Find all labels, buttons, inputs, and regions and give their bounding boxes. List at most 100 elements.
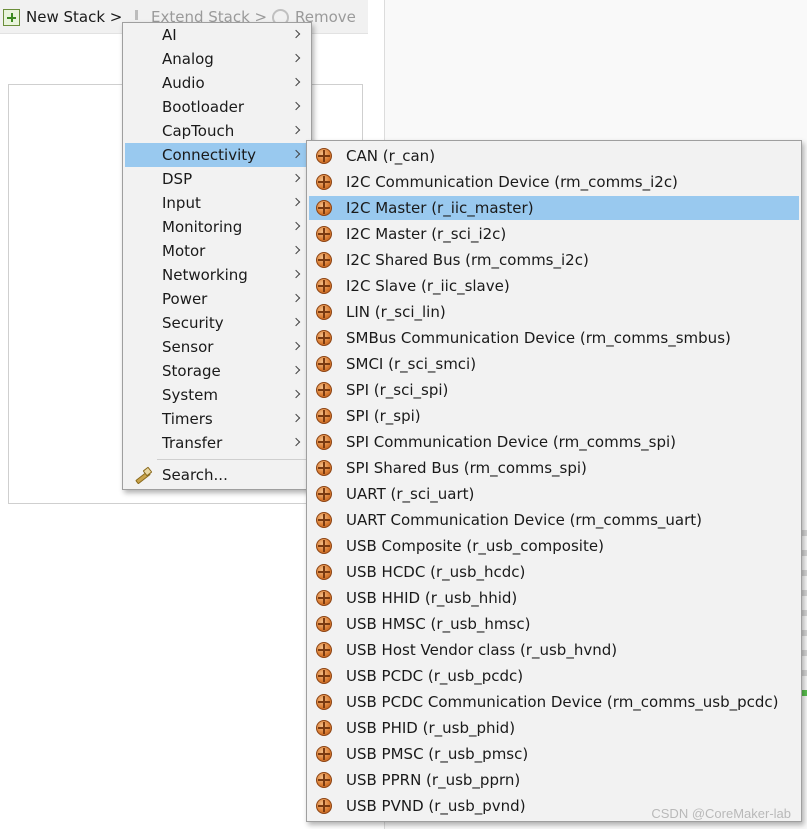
menu-separator [157, 459, 307, 460]
submenu-item[interactable]: USB Host Vendor class (r_usb_hvnd) [309, 638, 799, 662]
menu-item-label: System [162, 386, 218, 404]
submenu-item[interactable]: CAN (r_can) [309, 144, 799, 168]
submenu-item-label: SMBus Communication Device (rm_comms_smb… [346, 329, 731, 347]
submenu-item[interactable]: I2C Shared Bus (rm_comms_i2c) [309, 248, 799, 272]
component-icon [316, 434, 332, 450]
menu-item-label: Connectivity [162, 146, 256, 164]
submenu-item-label: USB PCDC (r_usb_pcdc) [346, 667, 524, 685]
menu-item-storage[interactable]: Storage [125, 359, 309, 383]
menu-item-analog[interactable]: Analog [125, 47, 309, 71]
watermark: CSDN @CoreMaker-lab [651, 806, 791, 821]
component-icon [316, 382, 332, 398]
menu-item-label: Timers [162, 410, 213, 428]
submenu-item-label: UART (r_sci_uart) [346, 485, 475, 503]
menu-item-security[interactable]: Security [125, 311, 309, 335]
chevron-right-icon [291, 221, 301, 231]
component-icon [316, 226, 332, 242]
submenu-item[interactable]: USB HHID (r_usb_hhid) [309, 586, 799, 610]
new-stack-button[interactable]: New Stack > [3, 7, 122, 27]
menu-item-dsp[interactable]: DSP [125, 167, 309, 191]
menu-item-label: Monitoring [162, 218, 243, 236]
menu-item-motor[interactable]: Motor [125, 239, 309, 263]
submenu-item-label: USB Host Vendor class (r_usb_hvnd) [346, 641, 618, 659]
menu-item-monitoring[interactable]: Monitoring [125, 215, 309, 239]
submenu-item-label: I2C Shared Bus (rm_comms_i2c) [346, 251, 589, 269]
submenu-item-label: USB HMSC (r_usb_hmsc) [346, 615, 531, 633]
component-icon [316, 330, 332, 346]
submenu-item[interactable]: UART Communication Device (rm_comms_uart… [309, 508, 799, 532]
menu-item-label: Bootloader [162, 98, 244, 116]
submenu-item[interactable]: USB PPRN (r_usb_pprn) [309, 768, 799, 792]
submenu-item[interactable]: LIN (r_sci_lin) [309, 300, 799, 324]
submenu-item[interactable]: I2C Slave (r_iic_slave) [309, 274, 799, 298]
menu-item-label: Power [162, 290, 208, 308]
component-icon [316, 564, 332, 580]
menu-item-ai[interactable]: AI [125, 23, 309, 47]
menu-item-sensor[interactable]: Sensor [125, 335, 309, 359]
menu-item-label: Analog [162, 50, 214, 68]
menu-item-captouch[interactable]: CapTouch [125, 119, 309, 143]
component-icon [316, 356, 332, 372]
component-icon [316, 616, 332, 632]
menu-item-label: CapTouch [162, 122, 235, 140]
submenu-item[interactable]: SMCI (r_sci_smci) [309, 352, 799, 376]
submenu-item-label: SMCI (r_sci_smci) [346, 355, 477, 373]
submenu-item[interactable]: USB HMSC (r_usb_hmsc) [309, 612, 799, 636]
menu-item-networking[interactable]: Networking [125, 263, 309, 287]
component-icon [316, 720, 332, 736]
menu-item-audio[interactable]: Audio [125, 71, 309, 95]
submenu-item-label: I2C Master (r_iic_master) [346, 199, 534, 217]
submenu-item-label: USB PCDC Communication Device (rm_comms_… [346, 693, 779, 711]
chevron-right-icon [291, 149, 301, 159]
chevron-right-icon [291, 437, 301, 447]
submenu-item-label: USB PHID (r_usb_phid) [346, 719, 516, 737]
menu-item-label: Audio [162, 74, 205, 92]
component-icon [316, 278, 332, 294]
chevron-right-icon [291, 317, 301, 327]
submenu-item-label: I2C Slave (r_iic_slave) [346, 277, 510, 295]
chevron-right-icon [291, 101, 301, 111]
submenu-item-i2c-master-iic[interactable]: I2C Master (r_iic_master) [309, 196, 799, 220]
submenu-item[interactable]: USB PCDC Communication Device (rm_comms_… [309, 690, 799, 714]
submenu-item[interactable]: SPI (r_spi) [309, 404, 799, 428]
component-icon [316, 642, 332, 658]
menu-item-input[interactable]: Input [125, 191, 309, 215]
submenu-item[interactable]: SPI Communication Device (rm_comms_spi) [309, 430, 799, 454]
submenu-item-label: USB PVND (r_usb_pvnd) [346, 797, 526, 815]
submenu-item[interactable]: USB PHID (r_usb_phid) [309, 716, 799, 740]
submenu-item[interactable]: SMBus Communication Device (rm_comms_smb… [309, 326, 799, 350]
submenu-item[interactable]: SPI (r_sci_spi) [309, 378, 799, 402]
chevron-right-icon [291, 77, 301, 87]
menu-item-timers[interactable]: Timers [125, 407, 309, 431]
component-icon [316, 512, 332, 528]
menu-item-bootloader[interactable]: Bootloader [125, 95, 309, 119]
menu-item-power[interactable]: Power [125, 287, 309, 311]
submenu-item-label: SPI Shared Bus (rm_comms_spi) [346, 459, 587, 477]
component-icon [316, 460, 332, 476]
submenu-item[interactable]: I2C Communication Device (rm_comms_i2c) [309, 170, 799, 194]
menu-item-label: Search... [162, 466, 228, 484]
submenu-item-label: SPI (r_spi) [346, 407, 421, 425]
submenu-item-label: I2C Master (r_sci_i2c) [346, 225, 507, 243]
menu-item-search[interactable]: Search... [125, 463, 309, 487]
menu-item-system[interactable]: System [125, 383, 309, 407]
component-icon [316, 252, 332, 268]
submenu-item[interactable]: I2C Master (r_sci_i2c) [309, 222, 799, 246]
submenu-item[interactable]: USB PCDC (r_usb_pcdc) [309, 664, 799, 688]
category-menu: AI Analog Audio Bootloader CapTouch Conn… [122, 22, 312, 490]
menu-item-label: Transfer [162, 434, 223, 452]
submenu-item[interactable]: USB HCDC (r_usb_hcdc) [309, 560, 799, 584]
component-icon [316, 772, 332, 788]
submenu-item[interactable]: USB PMSC (r_usb_pmsc) [309, 742, 799, 766]
component-icon [316, 746, 332, 762]
submenu-item-label: USB HHID (r_usb_hhid) [346, 589, 518, 607]
submenu-item[interactable]: SPI Shared Bus (rm_comms_spi) [309, 456, 799, 480]
chevron-right-icon [291, 53, 301, 63]
menu-item-transfer[interactable]: Transfer [125, 431, 309, 455]
chevron-right-icon [291, 173, 301, 183]
submenu-item[interactable]: UART (r_sci_uart) [309, 482, 799, 506]
chevron-right-icon [291, 125, 301, 135]
submenu-item-label: USB HCDC (r_usb_hcdc) [346, 563, 526, 581]
submenu-item[interactable]: USB Composite (r_usb_composite) [309, 534, 799, 558]
menu-item-connectivity[interactable]: Connectivity [125, 143, 309, 167]
